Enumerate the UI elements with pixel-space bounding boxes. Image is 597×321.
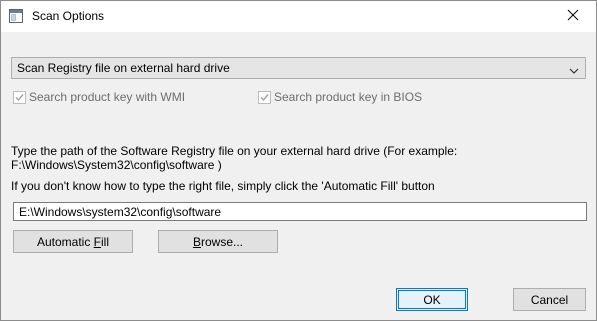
instruction-line-2: F:\Windows\System32\config\software ) [11,158,222,172]
scan-source-dropdown[interactable]: Scan Registry file on external hard driv… [11,57,586,79]
wmi-checkbox[interactable] [13,90,26,104]
close-button[interactable] [550,1,596,32]
scan-options-dialog: Scan Options Scan Registry file on exter… [0,0,597,321]
chevron-down-icon [569,64,579,78]
dialog-title: Scan Options [32,9,105,23]
ok-button[interactable]: OK [396,288,468,311]
browse-suffix: rowse... [201,234,244,249]
automatic-fill-prefix: Automatic [36,234,94,249]
automatic-fill-mnemonic: F [93,234,102,249]
automatic-fill-suffix: ill [101,234,110,249]
close-icon [567,9,579,24]
wmi-option[interactable]: Search product key with WMI [13,90,185,104]
scan-source-selected: Scan Registry file on external hard driv… [17,61,230,75]
bios-checkbox[interactable] [258,90,271,104]
automatic-fill-button[interactable]: Automatic Fill [13,230,133,253]
cancel-label: Cancel [530,292,569,307]
title-bar: Scan Options [1,1,596,32]
wmi-label: Search product key with WMI [29,90,186,104]
browse-mnemonic: B [192,234,201,249]
window-icon [9,9,23,23]
registry-path-value: E:\Windows\system32\config\software [19,205,222,219]
bios-label: Search product key in BIOS [274,90,423,104]
registry-path-input[interactable]: E:\Windows\system32\config\software [13,202,587,221]
instruction-line-1: Type the path of the Software Registry f… [11,144,458,158]
browse-button[interactable]: Browse... [158,230,278,253]
bios-option[interactable]: Search product key in BIOS [258,90,422,104]
instruction-line-3: If you don't know how to type the right … [11,179,435,193]
ok-label: OK [423,292,441,307]
cancel-button[interactable]: Cancel [513,288,586,311]
